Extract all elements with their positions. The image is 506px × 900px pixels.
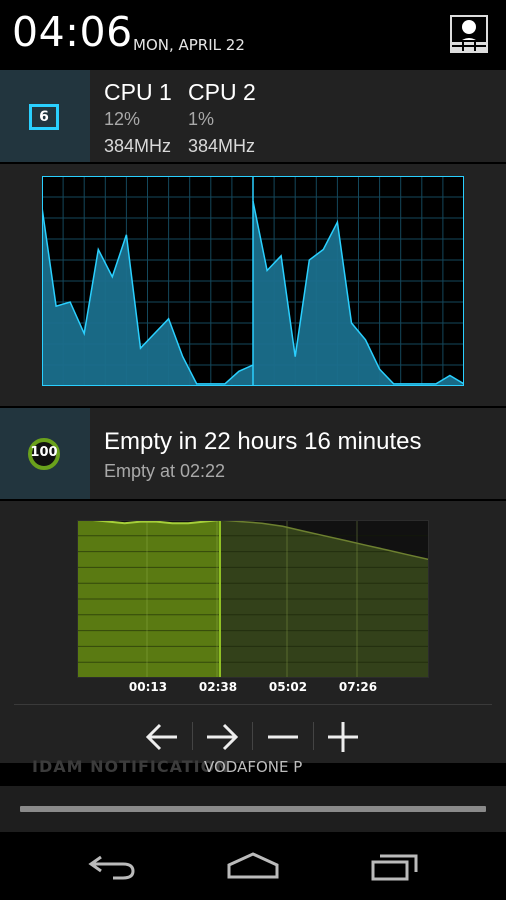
quick-settings-icon (450, 15, 488, 53)
battery-estimate-subtitle: Empty at 02:22 (104, 461, 226, 481)
cpu-1-frequency: 384MHz (104, 136, 172, 156)
behind-notification-title: IDAM NOTIFICATION (32, 757, 230, 776)
battery-level-text: 100 (30, 445, 58, 460)
cpu-icon: 6 (29, 104, 59, 130)
cpu-1-label: CPU 1 (104, 79, 172, 105)
shade-drag-handle[interactable] (20, 806, 486, 812)
back-icon (88, 855, 135, 880)
x-tick-label: 05:02 (268, 680, 308, 694)
home-button[interactable] (213, 840, 293, 892)
scroll-forward-button[interactable] (196, 715, 248, 759)
home-icon (227, 852, 279, 879)
back-button[interactable] (72, 840, 152, 892)
battery-history-chart (77, 520, 429, 678)
controls-separator (252, 722, 253, 750)
x-tick-label: 00:13 (128, 680, 168, 694)
x-tick-label: 02:38 (198, 680, 238, 694)
clock: 04:06 (12, 8, 133, 56)
settings-button[interactable] (449, 14, 489, 54)
recent-apps-icon (371, 854, 418, 881)
cpu-2-frequency: 384MHz (188, 136, 256, 156)
plus-icon (328, 722, 358, 752)
controls-separator (313, 722, 314, 750)
controls-separator (192, 722, 193, 750)
recent-apps-button[interactable] (355, 840, 435, 892)
behind-notification-carrier: VODAFONE P (204, 758, 303, 776)
zoom-out-button[interactable] (257, 715, 309, 759)
x-tick-label: 07:26 (338, 680, 378, 694)
controls-divider (14, 704, 492, 705)
minus-icon (268, 735, 298, 739)
cpu-history-chart (42, 176, 464, 386)
battery-estimate-title: Empty in 22 hours 16 minutes (104, 428, 422, 455)
cpu-1-percent: 12% (104, 109, 141, 129)
scroll-back-button[interactable] (136, 715, 188, 759)
arrow-left-icon (145, 723, 177, 751)
zoom-in-button[interactable] (317, 715, 369, 759)
date-label: MON, APRIL 22 (133, 36, 245, 54)
arrow-right-icon (207, 723, 239, 751)
cpu-2-percent: 1% (188, 109, 215, 129)
cpu-2-label: CPU 2 (188, 79, 256, 105)
